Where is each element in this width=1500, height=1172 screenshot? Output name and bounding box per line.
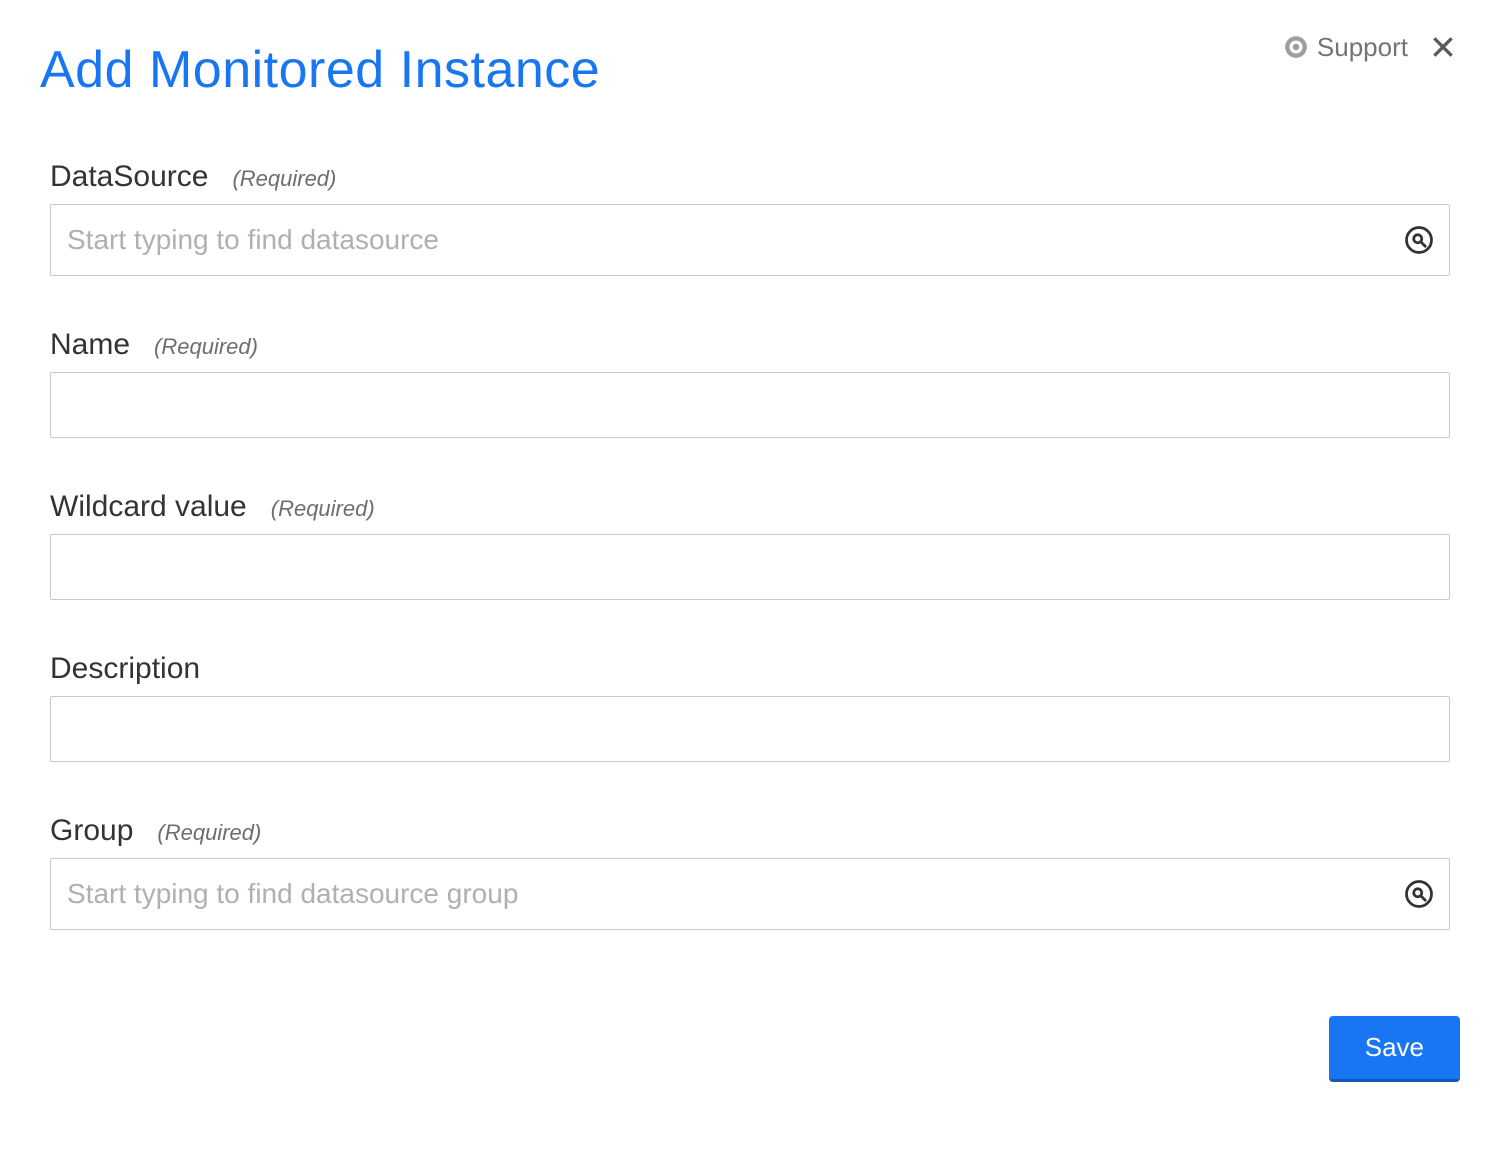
dialog-title: Add Monitored Instance <box>40 40 600 100</box>
name-input[interactable] <box>50 372 1450 438</box>
support-icon <box>1283 34 1309 60</box>
wildcard-label: Wildcard value <box>50 490 247 524</box>
close-button[interactable] <box>1426 30 1460 64</box>
group-label: Group <box>50 814 133 848</box>
datasource-input[interactable] <box>50 204 1450 276</box>
field-datasource: DataSource (Required) <box>50 160 1450 276</box>
field-group: Group (Required) <box>50 814 1450 930</box>
required-hint: (Required) <box>271 496 375 522</box>
name-label: Name <box>50 328 130 362</box>
required-hint: (Required) <box>157 820 261 846</box>
group-input[interactable] <box>50 858 1450 930</box>
description-label: Description <box>50 652 200 686</box>
form: DataSource (Required) Name (Required) <box>40 100 1460 930</box>
save-button[interactable]: Save <box>1329 1016 1460 1082</box>
input-wrap <box>50 696 1450 762</box>
input-wrap <box>50 858 1450 930</box>
dialog-header: Add Monitored Instance Support <box>40 40 1460 100</box>
add-monitored-instance-dialog: Add Monitored Instance Support DataSourc… <box>0 0 1500 1172</box>
datasource-label: DataSource <box>50 160 208 194</box>
label-row: Wildcard value (Required) <box>50 490 1450 524</box>
header-actions: Support <box>1283 30 1460 64</box>
input-wrap <box>50 204 1450 276</box>
search-icon <box>1404 225 1434 255</box>
search-icon <box>1404 879 1434 909</box>
support-link[interactable]: Support <box>1283 32 1408 63</box>
label-row: Description <box>50 652 1450 686</box>
label-row: Group (Required) <box>50 814 1450 848</box>
wildcard-input[interactable] <box>50 534 1450 600</box>
group-search-button[interactable] <box>1404 879 1434 909</box>
input-wrap <box>50 534 1450 600</box>
datasource-search-button[interactable] <box>1404 225 1434 255</box>
dialog-footer: Save <box>1329 1016 1460 1082</box>
close-icon <box>1430 34 1456 60</box>
required-hint: (Required) <box>154 334 258 360</box>
required-hint: (Required) <box>232 166 336 192</box>
field-description: Description <box>50 652 1450 762</box>
label-row: DataSource (Required) <box>50 160 1450 194</box>
support-label: Support <box>1317 32 1408 63</box>
label-row: Name (Required) <box>50 328 1450 362</box>
input-wrap <box>50 372 1450 438</box>
field-name: Name (Required) <box>50 328 1450 438</box>
description-input[interactable] <box>50 696 1450 762</box>
field-wildcard: Wildcard value (Required) <box>50 490 1450 600</box>
